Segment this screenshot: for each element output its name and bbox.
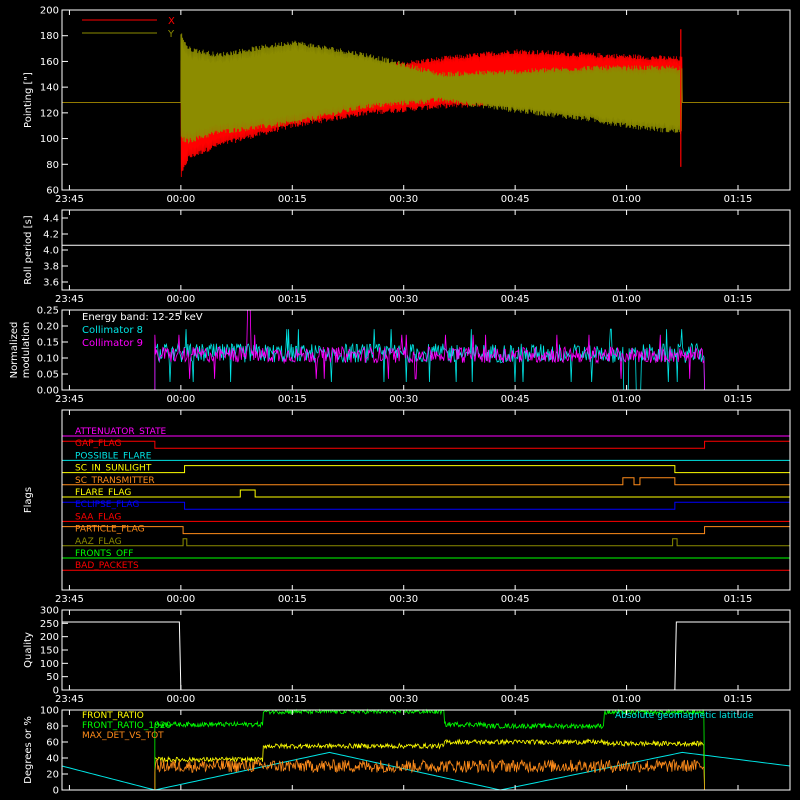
quality-y-tick-label: 100 xyxy=(40,659,59,670)
quality-time-tick-label: 01:00 xyxy=(612,694,641,705)
roll-period-time-tick-label: 00:45 xyxy=(501,294,530,305)
flag-label-saa-flag: SAA_FLAG xyxy=(75,512,121,522)
modulation-energy-band: Energy band: 12-25 keV xyxy=(82,312,203,323)
ratios-y-tick-label: 40 xyxy=(46,754,59,765)
quality-time-tick-label: 00:15 xyxy=(278,694,307,705)
roll-period-y-tick-label: 3.8 xyxy=(43,262,59,273)
quality-time-tick-label: 23:45 xyxy=(55,694,84,705)
flags-time-tick-label: 00:30 xyxy=(389,594,418,605)
roll-period-time-tick-label: 01:00 xyxy=(612,294,641,305)
modulation-time-tick-label: 23:45 xyxy=(55,394,84,405)
flag-label-possible-flare: POSSIBLE_FLARE xyxy=(75,451,152,461)
ratios-legend-geomagnetic-latitude: Absolute geomagnetic latitude xyxy=(615,711,754,721)
ratios-legend-max-det-vs-tot: MAX_DET_VS_TOT xyxy=(82,731,164,741)
pointing-y-tick-label: 120 xyxy=(40,108,59,119)
modulation-y-tick-label: 0.20 xyxy=(37,322,59,333)
quality-y-tick-label: 250 xyxy=(40,619,59,630)
quality-time-tick-label: 00:00 xyxy=(166,694,195,705)
quality-time-tick-label: 00:45 xyxy=(501,694,530,705)
pointing-y-label: Pointing ["] xyxy=(23,72,34,128)
flag-label-flare-flag: FLARE_FLAG xyxy=(75,488,131,498)
modulation-time-tick-label: 00:15 xyxy=(278,394,307,405)
roll-period-y-tick-label: 4.2 xyxy=(43,230,59,241)
summary-plot: 6080100120140160180200XYPointing ["]23:4… xyxy=(0,0,800,800)
quality-y-label: Quality xyxy=(23,632,34,668)
flag-label-gap-flag: GAP_FLAG xyxy=(75,439,121,449)
roll-period-y-tick-label: 3.6 xyxy=(43,278,59,289)
pointing-x-legend-label: X xyxy=(168,16,175,27)
flags-time-tick-label: 01:00 xyxy=(612,594,641,605)
ratios-y-tick-label: 100 xyxy=(40,706,59,717)
pointing-time-tick-label: 00:15 xyxy=(278,194,307,205)
pointing-y-tick-label: 80 xyxy=(46,160,59,171)
quality-y-tick-label: 50 xyxy=(46,672,59,683)
modulation-y-label-line2: modulation xyxy=(21,322,32,379)
pointing-y-legend-label: Y xyxy=(167,29,175,40)
modulation-y-tick-label: 0.05 xyxy=(37,370,59,381)
flags-time-tick-label: 01:15 xyxy=(724,594,753,605)
roll-period-time-tick-label: 00:30 xyxy=(389,294,418,305)
ratios-y-tick-label: 80 xyxy=(46,722,59,733)
pointing-time-tick-label: 00:45 xyxy=(501,194,530,205)
modulation-time-tick-label: 00:00 xyxy=(166,394,195,405)
pointing-y-tick-label: 180 xyxy=(40,31,59,42)
flag-label-particle-flag: PARTICLE_FLAG xyxy=(75,525,145,535)
pointing-time-tick-label: 00:30 xyxy=(389,194,418,205)
pointing-time-tick-label: 00:00 xyxy=(166,194,195,205)
pointing-y-tick-label: 140 xyxy=(40,83,59,94)
flag-label-aaz-flag: AAZ_FLAG xyxy=(75,537,122,547)
modulation-y-tick-label: 0.10 xyxy=(37,354,59,365)
modulation-y-label-line1: Normalized xyxy=(9,322,20,379)
flags-y-label: Flags xyxy=(23,487,34,513)
roll-period-y-label: Roll period [s] xyxy=(23,215,34,284)
flags-time-tick-label: 00:45 xyxy=(501,594,530,605)
modulation-time-tick-label: 01:00 xyxy=(612,394,641,405)
roll-period-y-tick-label: 4.0 xyxy=(43,246,59,257)
ratios-legend-front-ratio-1020: FRONT_RATIO_1020 xyxy=(82,721,172,731)
pointing-y-tick-label: 200 xyxy=(40,6,59,17)
pointing-time-tick-label: 23:45 xyxy=(55,194,84,205)
ratios-y-label: Degrees or % xyxy=(23,716,34,784)
ratios-y-tick-label: 20 xyxy=(46,770,59,781)
modulation-legend-collimator-8: Collimator 8 xyxy=(82,325,143,336)
roll-period-y-tick-label: 4.4 xyxy=(43,214,59,225)
modulation-time-tick-label: 01:15 xyxy=(724,394,753,405)
pointing-time-tick-label: 01:00 xyxy=(612,194,641,205)
modulation-legend-collimator-9: Collimator 9 xyxy=(82,338,143,349)
modulation-y-tick-label: 0.25 xyxy=(37,306,59,317)
flag-label-sc-in-sunlight: SC_IN_SUNLIGHT xyxy=(75,464,152,474)
pointing-y-tick-label: 100 xyxy=(40,134,59,145)
flag-label-sc-transmitter: SC_TRANSMITTER xyxy=(75,476,155,486)
pointing-time-tick-label: 01:15 xyxy=(724,194,753,205)
flag-label-attenuator-state: ATTENUATOR_STATE xyxy=(75,427,167,437)
flag-label-eclipse-flag: ECLIPSE_FLAG xyxy=(75,500,139,510)
flags-time-tick-label: 23:45 xyxy=(55,594,84,605)
flag-label-bad-packets: BAD_PACKETS xyxy=(75,561,139,571)
quality-y-tick-label: 200 xyxy=(40,632,59,643)
quality-time-tick-label: 01:15 xyxy=(724,694,753,705)
quality-time-tick-label: 00:30 xyxy=(389,694,418,705)
modulation-y-tick-label: 0.15 xyxy=(37,338,59,349)
quality-y-tick-label: 300 xyxy=(40,606,59,617)
roll-period-time-tick-label: 01:15 xyxy=(724,294,753,305)
quality-y-tick-label: 150 xyxy=(40,646,59,657)
modulation-time-tick-label: 00:30 xyxy=(389,394,418,405)
pointing-y-tick-label: 160 xyxy=(40,57,59,68)
flags-time-tick-label: 00:15 xyxy=(278,594,307,605)
modulation-time-tick-label: 00:45 xyxy=(501,394,530,405)
roll-period-time-tick-label: 00:15 xyxy=(278,294,307,305)
roll-period-time-tick-label: 23:45 xyxy=(55,294,84,305)
ratios-y-tick-label: 60 xyxy=(46,738,59,749)
roll-period-time-tick-label: 00:00 xyxy=(166,294,195,305)
flag-label-fronts-off: FRONTS_OFF xyxy=(75,549,133,559)
ratios-y-tick-label: 0 xyxy=(53,786,59,797)
flags-time-tick-label: 00:00 xyxy=(166,594,195,605)
ratios-legend-front-ratio: FRONT_RATIO xyxy=(82,711,144,721)
